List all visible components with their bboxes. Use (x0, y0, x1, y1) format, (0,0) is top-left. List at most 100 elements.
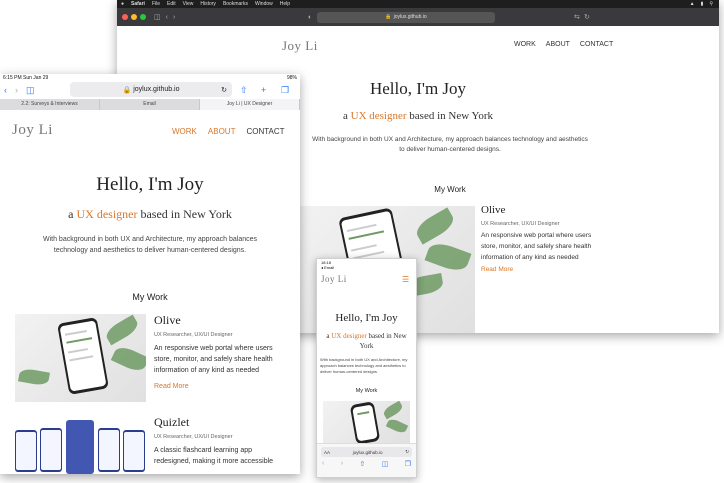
ipad-tab-bar: 2.2: Surveys & Interviews Email Joy Li |… (0, 99, 300, 110)
nav-work[interactable]: WORK (514, 41, 536, 48)
olive-role: UX Researcher, UX/UI Designer (481, 221, 560, 227)
phone-bottom-bar: AA joylux.github.io ↻ ‹ › ⇧ ◫ ❐ (317, 443, 416, 477)
ipad-status-battery: 98% (286, 74, 297, 81)
ipad-olive-title[interactable]: Olive (154, 313, 181, 328)
hero-description: With background in both UX and Architect… (312, 136, 588, 153)
phone-reader-icon[interactable]: AA (324, 450, 330, 455)
ipad-new-tab-icon[interactable]: + (261, 85, 266, 95)
ipad-toolbar: ‹ › ◫ 🔒 joylux.github.io ↻ ⇧ + ❐ (0, 81, 300, 99)
phone-back-icon[interactable]: ‹ (322, 460, 324, 468)
site-logo[interactable]: Joy Li (282, 38, 318, 54)
address-bar[interactable]: 🔒 joylux.github.io (317, 11, 495, 23)
ipad-site-logo[interactable]: Joy Li (12, 122, 53, 139)
ipad-nav-about[interactable]: ABOUT (208, 127, 236, 136)
ipad-hero-description: With background in both UX and Architect… (42, 236, 257, 254)
olive-title[interactable]: Olive (481, 204, 505, 216)
forward-icon[interactable]: › (173, 14, 175, 21)
ipad-tab-surveys[interactable]: 2.2: Surveys & Interviews (0, 99, 100, 110)
menu-file[interactable]: File (152, 1, 160, 7)
reload-icon[interactable]: ↻ (584, 13, 590, 21)
ipad-olive-project-image[interactable] (15, 314, 146, 402)
phone-hero-subtitle-suffix: based in New York (359, 332, 407, 350)
phone-hero-subtitle-highlight: UX designer (331, 332, 367, 340)
ipad-nav-contact[interactable]: CONTACT (246, 127, 284, 136)
phone-hero-description: With background in both UX and Architect… (320, 357, 408, 374)
olive-description: An responsive web portal where users sto… (481, 232, 592, 261)
phone-address-bar-url: joylux.github.io (352, 449, 383, 455)
hamburger-menu-icon[interactable]: ☰ (402, 275, 409, 284)
phone-section-title: My Work (355, 388, 378, 394)
phone-hero-title: Hello, I'm Joy (335, 312, 398, 324)
ipad-bookmarks-icon[interactable]: ◫ (26, 85, 35, 96)
minimize-window-button[interactable] (131, 14, 137, 20)
iphone-browser: 18:18 ◂ Email Joy Li ☰ Hello, I'm Joy a … (316, 258, 417, 478)
sidebar-icon[interactable]: ◫ (154, 13, 161, 21)
ipad-page: Joy Li WORK ABOUT CONTACT Hello, I'm Joy… (0, 110, 300, 474)
browser-toolbar: ◫ ‹ › ◐ 🔒 joylux.github.io ⇆ ↻ (117, 8, 719, 26)
ipad-tab-email[interactable]: Email (100, 99, 200, 110)
address-bar-url: joylux.github.io (393, 14, 427, 20)
phone-share-icon[interactable]: ⇧ (359, 460, 365, 468)
mac-menubar: ● Safari File Edit View History Bookmark… (117, 0, 719, 8)
ipad-quizlet-role: UX Researcher, UX/UI Designer (154, 434, 233, 440)
ipad-reload-icon[interactable]: ↻ (221, 86, 227, 94)
ipad-share-icon[interactable]: ⇧ (240, 85, 248, 96)
ipad-hero-subtitle-prefix: a (68, 207, 74, 221)
menu-history[interactable]: History (200, 1, 216, 7)
ipad-hero-title: Hello, I'm Joy (96, 174, 204, 195)
menu-edit[interactable]: Edit (167, 1, 176, 7)
phone-olive-project-image[interactable] (323, 401, 410, 443)
ipad-address-bar[interactable]: 🔒 joylux.github.io ↻ (70, 82, 232, 97)
phone-site-logo[interactable]: Joy Li (321, 274, 347, 284)
menu-view[interactable]: View (183, 1, 194, 7)
ipad-quizlet-title[interactable]: Quizlet (154, 415, 189, 430)
ipad-quizlet-project-image[interactable] (15, 414, 146, 474)
phone-reload-icon[interactable]: ↻ (405, 449, 409, 455)
lock-icon: 🔒 (385, 14, 392, 20)
zoom-window-button[interactable] (140, 14, 146, 20)
wifi-icon[interactable]: ▲ (690, 1, 695, 7)
ipad-hero-subtitle-highlight: UX designer (76, 207, 138, 221)
ipad-nav-work[interactable]: WORK (172, 127, 197, 136)
phone-bookmarks-icon[interactable]: ◫ (382, 460, 389, 468)
ipad-section-title: My Work (132, 292, 168, 302)
hero-subtitle-suffix: based in New York (409, 110, 494, 122)
ipad-tab-joyli[interactable]: Joy Li | UX Designer (200, 99, 300, 110)
phone-tabs-icon[interactable]: ❐ (405, 460, 411, 468)
search-icon[interactable]: ⚲ (709, 1, 713, 7)
phone-back-to-email[interactable]: ◂ Email (321, 265, 412, 270)
close-window-button[interactable] (122, 14, 128, 20)
menu-help[interactable]: Help (280, 1, 290, 7)
phone-address-bar[interactable]: AA joylux.github.io ↻ (321, 447, 412, 457)
privacy-shield-icon[interactable]: ◐ (308, 14, 312, 21)
ipad-tabs-icon[interactable]: ❐ (281, 85, 289, 96)
ipad-status-time: 6:15 PM Sun Jan 29 (3, 74, 49, 81)
ipad-browser-window: 6:15 PM Sun Jan 29 98% ‹ › ◫ 🔒 joylux.gi… (0, 74, 300, 474)
menu-window[interactable]: Window (255, 1, 273, 7)
nav-about[interactable]: ABOUT (546, 41, 570, 48)
ipad-olive-role: UX Researcher, UX/UI Designer (154, 332, 233, 338)
ipad-forward-icon[interactable]: › (15, 85, 18, 95)
phone-hero-subtitle: a UX designer based in New York (325, 331, 408, 351)
battery-icon[interactable]: ▮ (701, 1, 704, 7)
ipad-quizlet-description: A classic flashcard learning app redesig… (154, 447, 274, 465)
site-nav: WORK ABOUT CONTACT (514, 41, 613, 48)
ipad-address-bar-url: joylux.github.io (133, 86, 180, 93)
olive-read-more-link[interactable]: Read More (481, 266, 513, 273)
menu-bookmarks[interactable]: Bookmarks (223, 1, 248, 7)
back-icon[interactable]: ‹ (166, 14, 168, 21)
nav-contact[interactable]: CONTACT (580, 41, 613, 48)
phone-hero-subtitle-prefix: a (326, 332, 330, 340)
phone-forward-icon[interactable]: › (341, 460, 343, 468)
menu-safari[interactable]: Safari (131, 1, 145, 7)
ipad-olive-read-more-link[interactable]: Read More (154, 383, 189, 390)
ipad-hero-subtitle: a UX designer based in New York (0, 207, 300, 222)
translate-icon[interactable]: ⇆ (574, 13, 580, 21)
menubar-status-icons: ▲ ▮ ⚲ (690, 1, 713, 7)
apple-icon[interactable]: ● (121, 1, 124, 7)
ipad-lock-icon: 🔒 (122, 86, 132, 94)
ipad-site-nav: WORK ABOUT CONTACT (172, 127, 285, 136)
phone-status-bar: 18:18 ◂ Email (317, 259, 416, 271)
hero-subtitle-prefix: a (342, 110, 348, 122)
ipad-back-icon[interactable]: ‹ (4, 85, 7, 95)
